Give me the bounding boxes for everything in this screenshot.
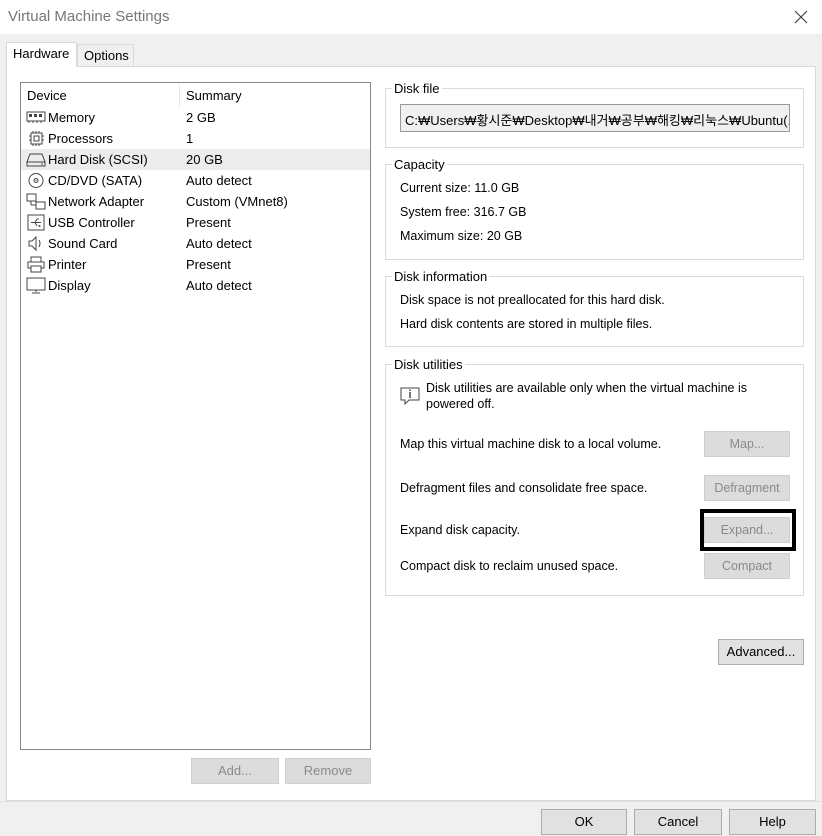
remove-device-button[interactable]: Remove xyxy=(285,758,371,784)
tab-hardware[interactable]: Hardware xyxy=(6,42,77,67)
device-list[interactable]: Device Summary Memory 2 GB Processors 1 … xyxy=(20,82,371,750)
help-button[interactable]: Help xyxy=(729,809,816,835)
memory-icon xyxy=(26,109,46,126)
advanced-button[interactable]: Advanced... xyxy=(718,639,804,665)
utilities-notice-line2: powered off. xyxy=(426,397,495,411)
device-row-cd-dvd[interactable]: CD/DVD (SATA) Auto detect xyxy=(21,170,370,191)
window-body: Hardware Options Device Summary Memory 2… xyxy=(0,34,822,836)
device-name: Hard Disk (SCSI) xyxy=(48,152,148,167)
footer-divider xyxy=(0,801,822,802)
device-row-processors[interactable]: Processors 1 xyxy=(21,128,370,149)
disk-utilities-group: Disk utilities Disk utilities are availa… xyxy=(385,357,804,596)
ok-button[interactable]: OK xyxy=(541,809,627,835)
expand-description: Expand disk capacity. xyxy=(400,523,520,537)
device-row-display[interactable]: Display Auto detect xyxy=(21,275,370,296)
disk-file-group: Disk file C:₩Users₩황시준₩Desktop₩내거₩공부₩해킹₩… xyxy=(385,81,804,148)
close-icon xyxy=(794,10,808,24)
column-divider[interactable] xyxy=(179,85,180,107)
device-name: Processors xyxy=(48,131,114,146)
printer-icon xyxy=(26,256,46,273)
tab-options[interactable]: Options xyxy=(77,44,134,67)
device-summary: Auto detect xyxy=(186,173,252,188)
compact-description: Compact disk to reclaim unused space. xyxy=(400,559,619,573)
title-bar: Virtual Machine Settings xyxy=(0,0,822,34)
monitor-icon xyxy=(26,277,46,294)
device-name: Memory xyxy=(48,110,95,125)
column-header-device[interactable]: Device xyxy=(27,88,67,103)
disk-information-group: Disk information Disk space is not preal… xyxy=(385,269,804,347)
processor-icon xyxy=(26,130,46,147)
current-size-text: Current size: 11.0 GB xyxy=(400,181,520,195)
capacity-group: Capacity Current size: 11.0 GB System fr… xyxy=(385,157,804,260)
device-rows: Memory 2 GB Processors 1 Hard Disk (SCSI… xyxy=(21,107,370,296)
device-summary: 1 xyxy=(186,131,194,146)
add-device-button[interactable]: Add... xyxy=(191,758,279,784)
device-name: Network Adapter xyxy=(48,194,145,209)
device-row-network-adapter[interactable]: Network Adapter Custom (VMnet8) xyxy=(21,191,370,212)
device-summary: Present xyxy=(186,215,231,230)
device-summary: 20 GB xyxy=(186,152,223,167)
defragment-description: Defragment files and consolidate free sp… xyxy=(400,481,648,495)
device-list-header: Device Summary xyxy=(21,83,370,107)
system-free-text: System free: 316.7 GB xyxy=(400,205,527,219)
device-name: Printer xyxy=(48,257,87,272)
defragment-button[interactable]: Defragment xyxy=(704,475,790,501)
device-name: Display xyxy=(48,278,91,293)
preallocation-text: Disk space is not preallocated for this … xyxy=(400,293,665,307)
usb-icon xyxy=(26,214,46,231)
map-button[interactable]: Map... xyxy=(704,431,790,457)
storage-text: Hard disk contents are stored in multipl… xyxy=(400,317,653,331)
network-adapter-icon xyxy=(26,193,46,210)
group-title: Disk file xyxy=(392,81,442,96)
close-button[interactable] xyxy=(788,4,814,30)
column-header-summary[interactable]: Summary xyxy=(186,88,242,103)
group-title: Capacity xyxy=(392,157,447,172)
compact-button[interactable]: Compact xyxy=(704,553,790,579)
device-summary: Present xyxy=(186,257,231,272)
device-summary: Auto detect xyxy=(186,278,252,293)
disk-file-path-field[interactable]: C:₩Users₩황시준₩Desktop₩내거₩공부₩해킹₩리눅스₩Ubuntu… xyxy=(400,104,790,132)
group-title: Disk utilities xyxy=(392,357,465,372)
device-name: CD/DVD (SATA) xyxy=(48,173,143,188)
device-name: Sound Card xyxy=(48,236,118,251)
device-summary: Custom (VMnet8) xyxy=(186,194,288,209)
map-description: Map this virtual machine disk to a local… xyxy=(400,437,662,451)
device-row-usb-controller[interactable]: USB Controller Present xyxy=(21,212,370,233)
cancel-button[interactable]: Cancel xyxy=(634,809,722,835)
device-row-sound-card[interactable]: Sound Card Auto detect xyxy=(21,233,370,254)
device-summary: Auto detect xyxy=(186,236,252,251)
hardware-panel: Device Summary Memory 2 GB Processors 1 … xyxy=(6,66,816,801)
utilities-notice-line1: Disk utilities are available only when t… xyxy=(426,381,747,395)
device-summary: 2 GB xyxy=(186,110,216,125)
device-name: USB Controller xyxy=(48,215,135,230)
group-title: Disk information xyxy=(392,269,490,284)
cd-dvd-icon xyxy=(26,172,46,189)
window-title: Virtual Machine Settings xyxy=(8,8,170,25)
hard-disk-icon xyxy=(26,151,46,168)
speaker-icon xyxy=(26,235,46,252)
device-row-hard-disk[interactable]: Hard Disk (SCSI) 20 GB xyxy=(21,149,370,170)
maximum-size-text: Maximum size: 20 GB xyxy=(400,229,523,243)
expand-button[interactable]: Expand... xyxy=(704,517,790,543)
device-row-memory[interactable]: Memory 2 GB xyxy=(21,107,370,128)
device-row-printer[interactable]: Printer Present xyxy=(21,254,370,275)
info-icon xyxy=(400,387,420,406)
